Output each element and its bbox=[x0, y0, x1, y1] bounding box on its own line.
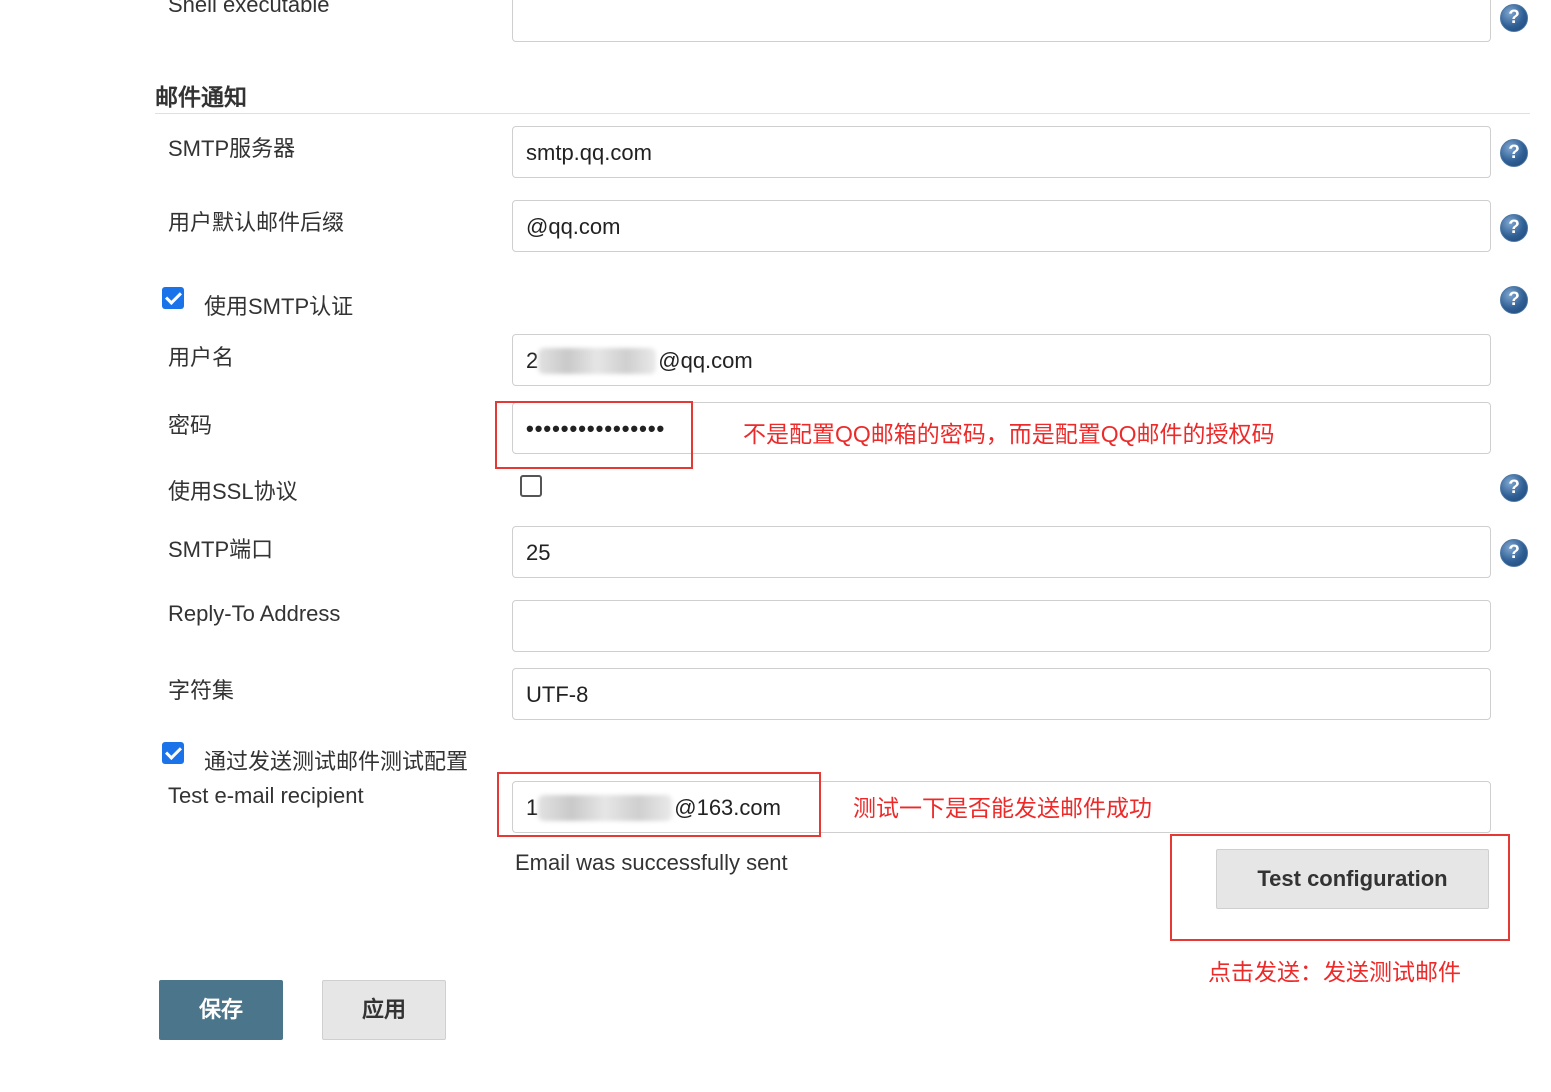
test-recipient-label: Test e-mail recipient bbox=[168, 783, 364, 808]
smtp-port-label: SMTP端口 bbox=[168, 537, 274, 562]
checkbox-icon[interactable] bbox=[162, 742, 184, 764]
annotation-box-test-button bbox=[1170, 834, 1510, 941]
default-suffix-input[interactable]: @qq.com bbox=[512, 200, 1491, 252]
redaction-blur bbox=[538, 348, 656, 374]
shell-executable-field[interactable] bbox=[512, 0, 1491, 42]
username-input[interactable]: 2 @qq.com bbox=[512, 334, 1491, 386]
annotation-box-password bbox=[495, 401, 693, 469]
use-ssl-label: 使用SSL协议 bbox=[168, 479, 298, 504]
use-smtp-auth-label: 使用SMTP认证 bbox=[204, 294, 354, 319]
smtp-server-label: SMTP服务器 bbox=[168, 136, 296, 161]
username-suffix: @qq.com bbox=[658, 348, 753, 373]
username-prefix: 2 bbox=[526, 348, 539, 373]
password-label: 密码 bbox=[168, 413, 213, 438]
charset-label: 字符集 bbox=[168, 678, 235, 703]
help-icon[interactable]: ? bbox=[1500, 474, 1528, 502]
help-icon[interactable]: ? bbox=[1500, 286, 1528, 314]
save-button[interactable]: 保存 bbox=[159, 980, 283, 1040]
annotation-send-note: 点击发送：发送测试邮件 bbox=[1208, 959, 1461, 985]
username-label: 用户名 bbox=[168, 345, 235, 370]
status-message: Email was successfully sent bbox=[515, 850, 788, 875]
annotation-test-note: 测试一下是否能发送邮件成功 bbox=[853, 795, 1152, 821]
smtp-port-input[interactable]: 25 bbox=[512, 526, 1491, 578]
default-suffix-label: 用户默认邮件后缀 bbox=[168, 210, 345, 235]
reply-to-input[interactable] bbox=[512, 600, 1491, 652]
annotation-box-recipient bbox=[497, 772, 821, 837]
reply-to-label: Reply-To Address bbox=[168, 601, 341, 626]
help-icon[interactable]: ? bbox=[1500, 539, 1528, 567]
test-config-label: 通过发送测试邮件测试配置 bbox=[204, 749, 469, 774]
help-icon[interactable]: ? bbox=[1500, 139, 1528, 167]
charset-input[interactable]: UTF-8 bbox=[512, 668, 1491, 720]
shell-executable-label: Shell executable bbox=[168, 0, 330, 17]
help-icon[interactable]: ? bbox=[1500, 4, 1528, 32]
section-title: 邮件通知 bbox=[155, 84, 247, 110]
annotation-password-note: 不是配置QQ邮箱的密码，而是配置QQ邮件的授权码 bbox=[743, 421, 1275, 447]
section-divider bbox=[155, 113, 1530, 114]
apply-button[interactable]: 应用 bbox=[322, 980, 446, 1040]
smtp-server-input[interactable]: smtp.qq.com bbox=[512, 126, 1491, 178]
checkbox-icon[interactable] bbox=[520, 475, 542, 497]
help-icon[interactable]: ? bbox=[1500, 214, 1528, 242]
checkbox-icon[interactable] bbox=[162, 287, 184, 309]
